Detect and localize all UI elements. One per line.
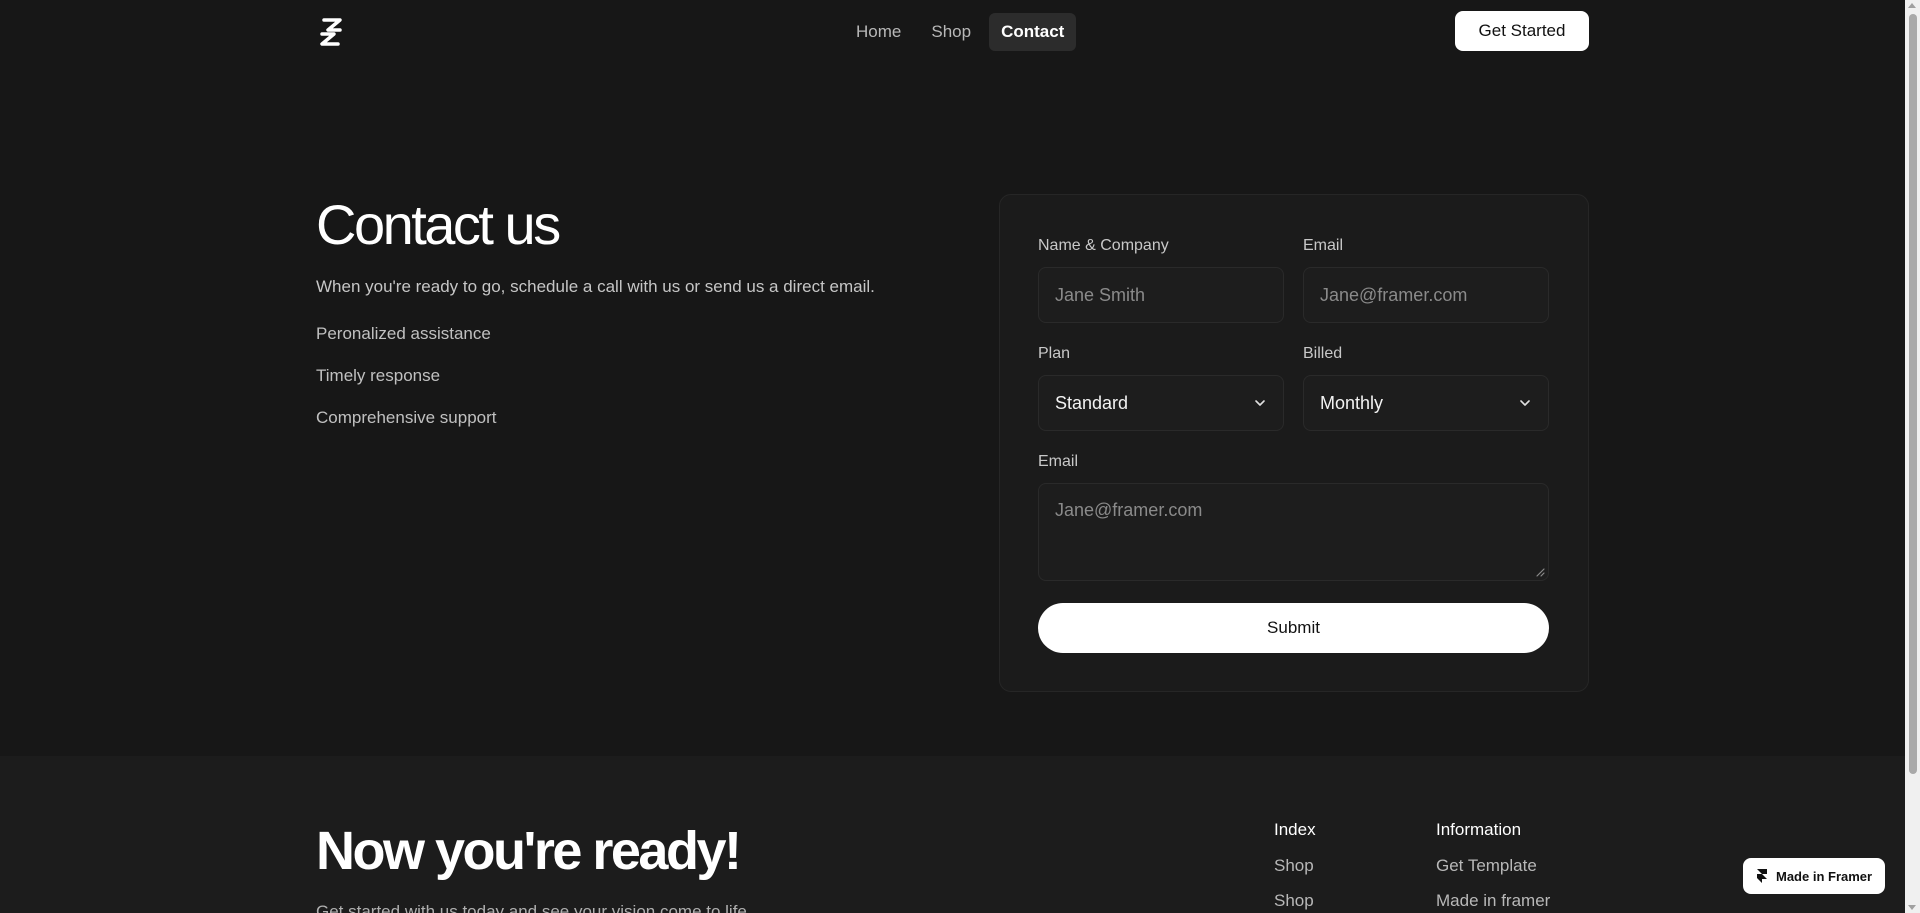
page-title: Contact us xyxy=(316,193,561,256)
feature-item: Peronalized assistance xyxy=(316,324,491,343)
contact-form: Name & Company Jane Smith Email Jane@fra… xyxy=(999,194,1589,692)
feature-item: Comprehensive support xyxy=(316,408,497,427)
feature-item: Timely response xyxy=(316,366,441,385)
message-label: Email xyxy=(1038,453,1079,470)
scroll-up-arrow-icon[interactable] xyxy=(1908,3,1916,8)
s-logo-icon[interactable] xyxy=(316,17,346,47)
plan-value: Standard xyxy=(1055,392,1129,413)
name-placeholder: Jane Smith xyxy=(1055,284,1146,305)
nav-home[interactable]: Home xyxy=(844,13,913,51)
footer-link[interactable]: Made in framer xyxy=(1436,891,1550,913)
nav-links: Home Shop Contact xyxy=(844,13,1077,51)
email-placeholder: Jane@framer.com xyxy=(1320,284,1468,305)
made-in-framer-badge[interactable]: Made in Framer xyxy=(1743,858,1885,894)
footer-column-index: Index Shop Shop xyxy=(1274,820,1316,913)
submit-button[interactable]: Submit xyxy=(1038,603,1549,653)
scrollbar-thumb[interactable] xyxy=(1909,14,1917,774)
resize-grip-icon[interactable] xyxy=(1535,567,1545,577)
email-field[interactable]: Jane@framer.com xyxy=(1303,267,1549,323)
billed-label: Billed xyxy=(1303,345,1343,362)
footer-column-heading: Index xyxy=(1274,820,1316,839)
page-subtitle: When you're ready to go, schedule a call… xyxy=(316,277,875,296)
name-label: Name & Company xyxy=(1038,237,1169,254)
footer: Now you're ready! Get started with us to… xyxy=(0,756,1905,913)
get-started-button[interactable]: Get Started xyxy=(1455,11,1589,51)
email-label: Email xyxy=(1303,237,1344,254)
footer-title: Now you're ready! xyxy=(316,821,742,881)
chevron-down-icon xyxy=(1520,400,1530,406)
framer-icon xyxy=(1757,869,1767,883)
billed-value: Monthly xyxy=(1320,392,1384,413)
footer-link[interactable]: Shop xyxy=(1274,891,1316,913)
footer-link[interactable]: Shop xyxy=(1274,856,1316,891)
scroll-down-arrow-icon[interactable] xyxy=(1908,905,1916,910)
badge-label: Made in Framer xyxy=(1776,868,1873,884)
message-textarea[interactable]: Jane@framer.com xyxy=(1038,483,1549,581)
name-field[interactable]: Jane Smith xyxy=(1038,267,1284,323)
footer-link[interactable]: Get Template xyxy=(1436,856,1550,891)
nav-contact[interactable]: Contact xyxy=(989,13,1077,51)
chevron-down-icon xyxy=(1255,400,1265,406)
top-nav: Home Shop Contact Get Started xyxy=(0,0,1905,62)
page-scrollbar[interactable] xyxy=(1905,0,1920,913)
plan-select[interactable]: Standard xyxy=(1038,375,1284,431)
footer-column-heading: Information xyxy=(1436,820,1522,839)
plan-label: Plan xyxy=(1038,345,1071,362)
billed-select[interactable]: Monthly xyxy=(1303,375,1549,431)
message-placeholder: Jane@framer.com xyxy=(1055,500,1203,520)
feature-list: Peronalized assistance Timely response C… xyxy=(316,324,496,450)
footer-column-information: Information Get Template Made in framer xyxy=(1436,820,1550,913)
footer-subtitle: Get started with us today and see your v… xyxy=(316,902,752,913)
nav-shop[interactable]: Shop xyxy=(919,13,983,51)
